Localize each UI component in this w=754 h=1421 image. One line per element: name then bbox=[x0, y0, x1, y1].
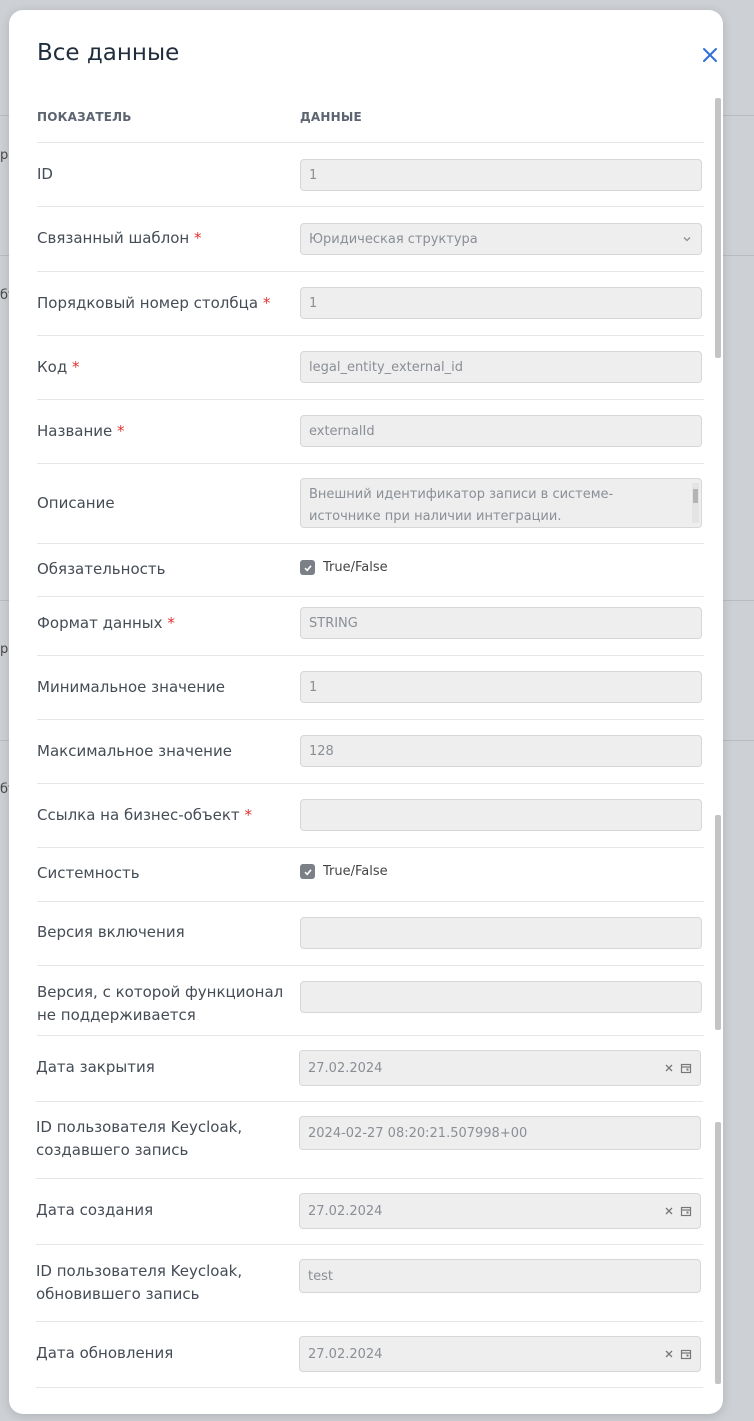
name-field[interactable]: externalId bbox=[300, 415, 702, 447]
calendar-icon[interactable] bbox=[680, 1062, 692, 1074]
template-select[interactable]: Юридическая структура bbox=[300, 223, 702, 255]
field-label-name: Название * bbox=[37, 422, 125, 440]
min-value-field[interactable]: 1 bbox=[300, 671, 702, 703]
row-divider bbox=[36, 1244, 703, 1245]
close-date-picker[interactable]: 27.02.2024 bbox=[299, 1050, 701, 1086]
row-divider bbox=[37, 335, 704, 336]
dialog-title: Все данные bbox=[37, 40, 180, 66]
row-divider bbox=[37, 719, 704, 720]
field-label-version-unsupported: Версия, с которой функционал не поддержи… bbox=[37, 983, 284, 1024]
row-divider bbox=[37, 596, 704, 597]
column-header-data: ДАННЫЕ bbox=[300, 110, 362, 124]
created-date-picker[interactable]: 27.02.2024 bbox=[299, 1193, 701, 1229]
close-icon bbox=[703, 48, 717, 62]
row-divider bbox=[37, 463, 704, 464]
description-textarea[interactable]: Внешний идентификатор записи в системе-и… bbox=[300, 478, 702, 528]
data-format-field[interactable]: STRING bbox=[300, 607, 702, 639]
checkbox-checked-icon[interactable] bbox=[300, 864, 315, 879]
textarea-scrollbar[interactable] bbox=[692, 483, 699, 523]
calendar-icon[interactable] bbox=[680, 1348, 692, 1360]
checkbox-checked-icon[interactable] bbox=[300, 560, 315, 575]
row-divider bbox=[37, 965, 704, 966]
row-divider bbox=[36, 1387, 703, 1388]
field-label-required: Обязательность bbox=[37, 560, 166, 578]
code-field[interactable]: legal_entity_external_id bbox=[300, 351, 702, 383]
field-label-created-date: Дата создания bbox=[36, 1201, 154, 1219]
field-label-system: Системность bbox=[37, 864, 140, 882]
field-label-code: Код * bbox=[37, 358, 80, 376]
column-number-field[interactable]: 1 bbox=[300, 287, 702, 319]
field-label-description: Описание bbox=[37, 494, 115, 512]
field-label-version-on: Версия включения bbox=[37, 923, 185, 941]
field-label-id: ID bbox=[37, 165, 53, 183]
row-divider bbox=[36, 1321, 703, 1322]
row-divider bbox=[37, 142, 704, 143]
chevron-down-icon bbox=[683, 237, 691, 242]
field-label-template: Связанный шаблон * bbox=[37, 229, 202, 247]
required-checkbox[interactable]: True/False bbox=[300, 560, 388, 575]
scrollbar-thumb[interactable] bbox=[715, 98, 721, 358]
field-label-max-value: Максимальное значение bbox=[37, 742, 232, 760]
clear-icon[interactable] bbox=[664, 1063, 674, 1073]
field-label-close-date: Дата закрытия bbox=[36, 1058, 155, 1076]
updated-date-picker[interactable]: 27.02.2024 bbox=[299, 1336, 701, 1372]
row-divider bbox=[37, 399, 704, 400]
row-divider bbox=[37, 655, 704, 656]
id-field[interactable]: 1 bbox=[300, 159, 702, 191]
version-unsupported-field[interactable] bbox=[300, 981, 702, 1013]
all-data-dialog: Все данные ПОКАЗАТЕЛЬ ДАННЫЕ ID 1 Связан… bbox=[9, 10, 723, 1414]
field-label-data-format: Формат данных * bbox=[37, 614, 175, 632]
row-divider bbox=[37, 901, 704, 902]
row-divider bbox=[37, 783, 704, 784]
clear-icon[interactable] bbox=[664, 1349, 674, 1359]
field-label-updated-by: ID пользователя Keycloak, обновившего за… bbox=[36, 1262, 243, 1303]
updated-by-field[interactable]: test bbox=[299, 1259, 701, 1293]
scrollbar-thumb[interactable] bbox=[715, 1122, 721, 1384]
clear-icon[interactable] bbox=[664, 1206, 674, 1216]
column-header-indicator: ПОКАЗАТЕЛЬ bbox=[37, 110, 132, 124]
row-divider bbox=[37, 206, 704, 207]
max-value-field[interactable]: 128 bbox=[300, 735, 702, 767]
checkbox-label: True/False bbox=[323, 560, 388, 575]
row-divider bbox=[36, 1101, 703, 1102]
row-divider bbox=[36, 1178, 703, 1179]
field-label-created-by: ID пользователя Keycloak, создавшего зап… bbox=[36, 1118, 243, 1159]
system-checkbox[interactable]: True/False bbox=[300, 864, 388, 879]
row-divider bbox=[37, 847, 704, 848]
business-object-ref-field[interactable] bbox=[300, 799, 702, 831]
field-label-business-object-ref: Ссылка на бизнес-объект * bbox=[37, 806, 252, 824]
field-label-min-value: Минимальное значение bbox=[37, 678, 226, 696]
scrollbar-thumb[interactable] bbox=[715, 815, 721, 1030]
row-divider bbox=[37, 271, 704, 272]
field-label-column-number: Порядковый номер столбца * bbox=[37, 294, 271, 312]
created-by-field[interactable]: 2024-02-27 08:20:21.507998+00 bbox=[299, 1116, 701, 1150]
row-divider bbox=[37, 543, 704, 544]
field-label-updated-date: Дата обновления bbox=[36, 1344, 174, 1362]
calendar-icon[interactable] bbox=[680, 1205, 692, 1217]
close-button[interactable] bbox=[697, 42, 723, 68]
row-divider bbox=[37, 1035, 704, 1036]
version-on-field[interactable] bbox=[300, 917, 702, 949]
checkbox-label: True/False bbox=[323, 864, 388, 879]
